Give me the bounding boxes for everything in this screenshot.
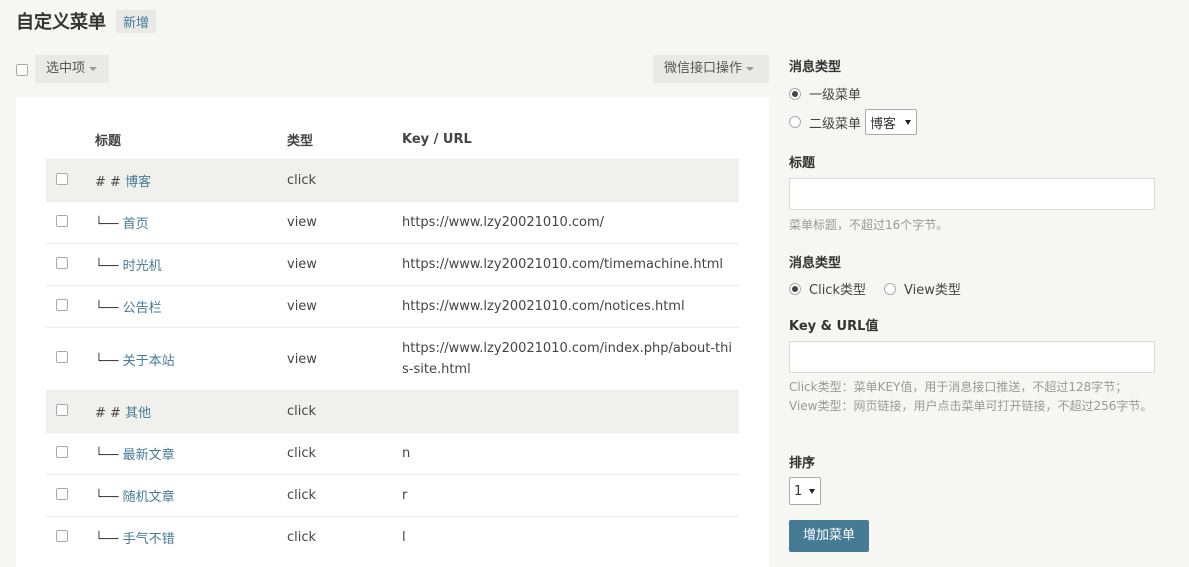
wechat-api-dropdown[interactable]: 微信接口操作 xyxy=(653,55,769,83)
row-checkbox[interactable] xyxy=(56,403,68,416)
menu-key-url: https://www.lzy20021010.com/notices.html xyxy=(402,299,685,314)
tree-prefix: └── xyxy=(95,301,123,316)
menu-type: click xyxy=(287,159,402,202)
sort-select[interactable]: 1 xyxy=(789,477,821,505)
menu-type: click xyxy=(287,474,402,517)
menu-title-link[interactable]: 博客 xyxy=(125,175,151,190)
menu-title-link[interactable]: 随机文章 xyxy=(123,490,175,505)
table-row: └── 关于本站 view https://www.lzy20021010.com/… xyxy=(46,327,739,391)
sort-label: 排序 xyxy=(789,456,816,471)
menu-key-url: https://www.lzy20021010.com/timemachine.… xyxy=(402,257,723,272)
row-checkbox[interactable] xyxy=(56,172,68,185)
tree-prefix: └── xyxy=(95,448,123,463)
menu-title-link[interactable]: 公告栏 xyxy=(123,301,162,316)
col-key-header: Key / URL xyxy=(402,131,472,147)
table-row: └── 首页 view https://www.lzy20021010.com/ xyxy=(46,201,739,244)
key-label: Key & URL值 xyxy=(789,319,879,334)
menu-title-link[interactable]: 首页 xyxy=(123,217,149,232)
parent-menu-select[interactable]: 博客 xyxy=(865,109,918,135)
key-url-input[interactable] xyxy=(789,341,1155,373)
menu-key-url: l xyxy=(402,530,406,546)
table-row-group: # # 博客 click xyxy=(46,159,739,202)
level-two-option[interactable]: 二级菜单 博客 xyxy=(789,109,918,135)
level-two-text: 二级菜单 xyxy=(809,116,862,132)
menu-key-url: r xyxy=(402,488,408,503)
menu-title-link[interactable]: 关于本站 xyxy=(123,354,175,369)
menu-table: 标题 类型 Key / URL # # 博客 click └── 首页 view htt… xyxy=(46,119,739,559)
type-click-radio[interactable] xyxy=(789,282,801,295)
add-menu-link[interactable]: 新增 xyxy=(116,9,157,33)
level-one-option[interactable]: 一级菜单 xyxy=(789,84,861,103)
level-one-radio[interactable] xyxy=(789,87,801,100)
row-checkbox[interactable] xyxy=(56,214,68,227)
menu-title-link[interactable]: 最新文章 xyxy=(123,448,175,463)
table-header-row: 标题 类型 Key / URL xyxy=(46,119,739,160)
title-input[interactable] xyxy=(789,178,1155,210)
page-header: 自定义菜单 新增 xyxy=(16,8,157,34)
type-click-text: Click类型 xyxy=(809,283,866,298)
menu-type: view xyxy=(287,327,402,391)
menu-type: view xyxy=(287,243,402,286)
type-options: Click类型 View类型 xyxy=(789,279,961,298)
sort-value: 1 xyxy=(794,483,803,499)
menu-key-url: n xyxy=(402,446,411,461)
tree-prefix: └── xyxy=(95,217,123,232)
tree-prefix: └── xyxy=(95,353,123,369)
tree-prefix: # # xyxy=(95,175,126,190)
row-checkbox[interactable] xyxy=(56,298,68,311)
key-hint: Click类型：菜单KEY值，用于消息接口推送，不超过128字节； View类型… xyxy=(789,378,1155,416)
row-checkbox[interactable] xyxy=(56,256,68,269)
select-arrow-icon xyxy=(809,488,815,494)
page-title: 自定义菜单 xyxy=(16,12,106,33)
table-row: └── 时光机 view https://www.lzy20021010.com/t… xyxy=(46,243,739,286)
tree-prefix: └── xyxy=(95,490,123,505)
tree-prefix: └── xyxy=(95,259,123,274)
menu-title-link[interactable]: 其他 xyxy=(125,406,151,421)
select-all-checkbox[interactable] xyxy=(16,64,28,76)
wechat-api-label: 微信接口操作 xyxy=(664,61,743,76)
row-checkbox[interactable] xyxy=(56,529,68,542)
title-label: 标题 xyxy=(789,156,816,171)
table-row: └── 公告栏 view https://www.lzy20021010.com/n… xyxy=(46,285,739,328)
menu-type: click xyxy=(287,432,402,475)
menu-title-link[interactable]: 手气不错 xyxy=(123,532,175,547)
table-toolbar: 选中项 微信接口操作 xyxy=(16,55,769,83)
level-one-text: 一级菜单 xyxy=(809,88,862,103)
level-two-radio[interactable] xyxy=(789,116,801,128)
table-row: └── 手气不错 click l xyxy=(46,516,739,559)
caret-down-icon xyxy=(746,66,755,71)
menu-key-url: https://www.lzy20021010.com/ xyxy=(402,215,605,230)
row-checkbox[interactable] xyxy=(56,487,68,500)
col-type-header: 类型 xyxy=(287,133,314,149)
select-arrow-icon xyxy=(905,119,912,125)
col-title-header: 标题 xyxy=(95,133,122,149)
type-label: 消息类型 xyxy=(789,256,842,271)
table-row-group: # # 其他 click xyxy=(46,390,739,433)
level-label: 消息类型 xyxy=(789,60,842,75)
menu-title-link[interactable]: 时光机 xyxy=(123,259,162,274)
row-checkbox[interactable] xyxy=(56,351,68,363)
menu-key-url: https://www.lzy20021010.com/index.php/ab… xyxy=(402,341,732,377)
menu-type: view xyxy=(287,285,402,328)
selected-items-label: 选中项 xyxy=(46,61,86,76)
add-menu-button[interactable]: 增加菜单 xyxy=(789,520,869,552)
key-hint-view: View类型：网页链接，用户点击菜单可打开链接，不超过256字节。 xyxy=(789,399,1153,413)
menu-table-panel: 标题 类型 Key / URL # # 博客 click └── 首页 view htt… xyxy=(16,97,769,567)
tree-prefix: └── xyxy=(95,532,123,548)
row-checkbox[interactable] xyxy=(56,445,68,458)
menu-type: view xyxy=(287,201,402,244)
selected-items-dropdown[interactable]: 选中项 xyxy=(35,55,109,83)
key-hint-click: Click类型：菜单KEY值，用于消息接口推送，不超过128字节； xyxy=(789,380,1128,394)
parent-menu-value: 博客 xyxy=(870,116,897,132)
tree-prefix: # # xyxy=(95,406,126,421)
caret-down-icon xyxy=(89,66,98,71)
table-row: └── 随机文章 click r xyxy=(46,474,739,517)
title-hint: 菜单标题，不超过16个字节。 xyxy=(789,218,949,232)
type-view-text: View类型 xyxy=(903,283,961,298)
type-view-radio[interactable] xyxy=(883,282,896,295)
table-row: └── 最新文章 click n xyxy=(46,432,739,475)
menu-type: click xyxy=(287,516,402,559)
menu-type: click xyxy=(287,390,402,433)
